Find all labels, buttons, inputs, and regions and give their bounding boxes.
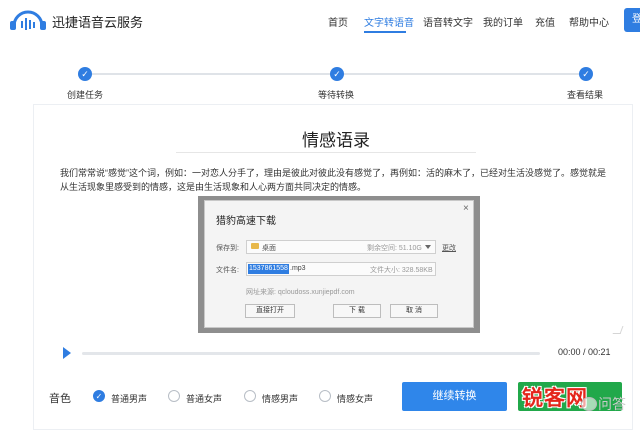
step-2-label: 等待转换 <box>318 90 355 100</box>
chevron-down-icon[interactable] <box>425 245 431 249</box>
file-size: 文件大小: 328.58KB <box>370 267 433 274</box>
open-directly-button[interactable]: 直接打开 <box>245 304 295 318</box>
step-1-label: 创建任务 <box>67 90 104 100</box>
login-button[interactable]: 登 <box>624 8 640 32</box>
continue-convert-button[interactable]: 继续转换 <box>402 382 507 411</box>
step-1-check-icon: ✓ <box>78 67 92 81</box>
save-to-label: 保存到: <box>216 245 239 252</box>
save-location-value: 桌面 <box>262 245 276 252</box>
audio-progress-bar[interactable] <box>82 352 540 355</box>
dialog-close-icon[interactable]: × <box>463 203 469 214</box>
nav-speech-to-text[interactable]: 语音转文字 <box>423 14 473 29</box>
voice-option-emotional-female-radio[interactable] <box>319 390 331 402</box>
nav-help-center[interactable]: 帮助中心 <box>569 14 609 29</box>
dialog-title: 猎豹高速下载 <box>216 216 276 227</box>
nav-my-orders[interactable]: 我的订单 <box>483 14 523 29</box>
filename-extension: .mp3 <box>290 265 306 272</box>
nav-home[interactable]: 首页 <box>328 14 348 29</box>
download-button[interactable]: 下 载 <box>333 304 381 318</box>
change-location-link[interactable]: 更改 <box>442 243 456 253</box>
voice-option-emotional-male-radio[interactable] <box>244 390 256 402</box>
voice-option-normal-female-radio[interactable] <box>168 390 180 402</box>
step-3-label: 查看结果 <box>567 90 604 100</box>
voice-label: 音色 <box>49 393 71 405</box>
nav-recharge[interactable]: 充值 <box>535 14 555 29</box>
nav-text-to-speech[interactable]: 文字转语音 <box>364 14 414 29</box>
voice-option-normal-male-radio[interactable]: ✓ <box>93 390 105 402</box>
filename-label: 文件名: <box>216 267 239 274</box>
top-header: 迅捷语音云服务 首页 文字转语音 语音转文字 我的订单 充值 帮助中心 登 <box>0 0 640 40</box>
watermark-sub: 问答 <box>598 396 626 412</box>
free-space: 剩余空间: 51.10G <box>367 245 422 252</box>
active-nav-underline <box>364 31 406 33</box>
step-2-check-icon: ✓ <box>330 67 344 81</box>
source-url: 网址来源: qcloudoss.xunjiepdf.com <box>246 289 355 296</box>
voice-option-emotional-male-label[interactable]: 情感男声 <box>262 392 298 405</box>
card-title: 情感语录 <box>302 131 370 150</box>
watermark-bubble-icon <box>581 397 597 411</box>
voice-option-normal-female-label[interactable]: 普通女声 <box>186 392 222 405</box>
watermark-logo: 锐客网 <box>522 387 588 410</box>
folder-icon <box>251 243 259 249</box>
play-icon[interactable] <box>63 347 71 359</box>
source-text: 我们常常说“感觉”这个词，例如：一对恋人分手了，理由是彼此对彼此没有感觉了，再例… <box>60 168 606 192</box>
voice-option-normal-male-label[interactable]: 普通男声 <box>111 392 147 405</box>
logo-icon <box>10 10 46 30</box>
filename-selected-text[interactable]: 1537861558 <box>248 264 289 274</box>
title-divider <box>176 152 476 153</box>
brand-name: 迅捷语音云服务 <box>52 15 144 30</box>
audio-time: 00:00 / 00:21 <box>558 347 611 357</box>
cancel-button[interactable]: 取 消 <box>390 304 438 318</box>
step-3-check-icon: ✓ <box>579 67 593 81</box>
voice-option-emotional-female-label[interactable]: 情感女声 <box>337 392 373 405</box>
